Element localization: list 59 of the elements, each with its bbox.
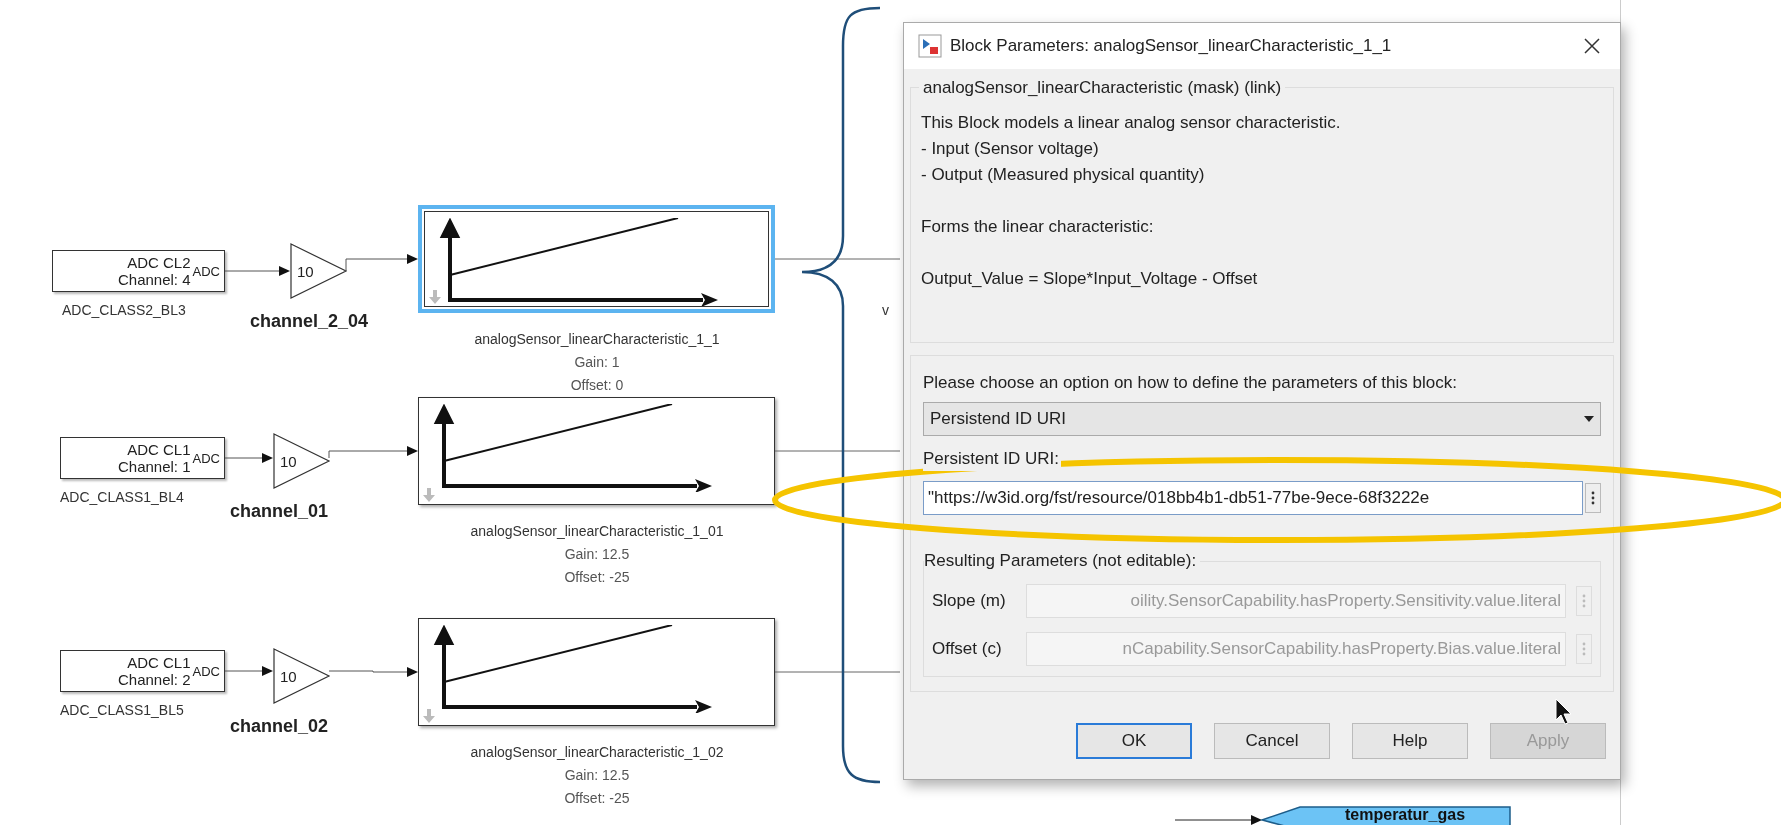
param-label: Offset (c) <box>932 638 1003 661</box>
goto-tag-label: temperatur_gas <box>1345 806 1466 824</box>
gain-text: Gain: 12.5 <box>564 766 630 785</box>
signal-label: channel_02 <box>230 715 329 738</box>
gain-value: 10 <box>280 667 297 687</box>
port-label: v <box>882 301 889 320</box>
description-text: This Block models a linear analog sensor characteristic. - Input (Sensor voltage) - Output (Measured physical quantity) <box>921 112 1342 186</box>
gain-block <box>290 243 348 299</box>
offset-text: Offset: -25 <box>564 789 630 808</box>
more-icon <box>1582 642 1586 656</box>
option-dropdown[interactable]: Persistend ID URI <box>923 401 1601 436</box>
port-label: ADC <box>192 449 220 467</box>
more-icon <box>1591 491 1595 505</box>
gain-block <box>273 433 331 489</box>
block-text: ADC CL1 <box>127 441 191 458</box>
param-field: oility.SensorCapability.hasProperty.Sensitivity.value.literal <box>1026 584 1566 618</box>
block-text: Channel: 1 <box>118 458 191 475</box>
block-name: analogSensor_linearCharacteristic_1_01 <box>470 522 724 541</box>
block-text: ADC CL1 <box>127 654 191 671</box>
offset-text: Offset: -25 <box>564 568 630 587</box>
block-name: analogSensor_linearCharacteristic_1_02 <box>470 743 724 762</box>
block-name: analogSensor_linearCharacteristic_1_1 <box>474 330 720 349</box>
description-text: Forms the linear characteristic: <box>921 216 1155 238</box>
prompt-text: Please choose an option on how to define the parameters of this block: <box>923 372 1458 394</box>
description-text: Output_Value = Slope*Input_Voltage - Offset <box>921 268 1259 290</box>
gain-text: Gain: 12.5 <box>564 545 630 564</box>
close-icon <box>1584 38 1600 54</box>
window-title: Block Parameters: analogSensor_linearCharacteristic_1_1 <box>950 35 1393 58</box>
uri-field[interactable]: "https://w3id.org/fst/resource/018bb4b1-db51-77be-9ece-68f3222e <box>923 481 1583 515</box>
signal-label: channel_01 <box>230 500 329 523</box>
block-label: ADC_CLASS1_BL5 <box>60 701 184 720</box>
param-field: nCapability.SensorCapability.hasProperty.Bias.value.literal <box>1026 632 1566 666</box>
gain-value: 10 <box>297 262 314 282</box>
block-text: Channel: 4 <box>118 271 191 288</box>
caret-icon <box>1584 415 1594 422</box>
offset-text: Offset: 0 <box>570 376 624 395</box>
param-label: Slope (m) <box>932 590 1007 613</box>
signal-line <box>224 266 290 276</box>
gain-text: Gain: 1 <box>574 353 620 372</box>
port-label: ADC <box>192 262 220 280</box>
gain-value: 10 <box>280 452 297 472</box>
block-text: Channel: 2 <box>118 671 191 688</box>
down-arrow-icon <box>423 709 435 723</box>
signal-line <box>224 666 273 676</box>
block-label: ADC_CLASS2_BL3 <box>62 301 186 320</box>
dialog-button[interactable]: Cancel <box>1214 723 1330 759</box>
dialog-button[interactable]: OK <box>1076 723 1192 759</box>
down-arrow-icon <box>429 290 441 304</box>
more-icon <box>1582 594 1586 608</box>
more-button[interactable] <box>1585 483 1601 513</box>
block-label: ADC_CLASS1_BL4 <box>60 488 184 507</box>
signal-label: channel_2_04 <box>250 310 369 333</box>
port-label: ADC <box>192 662 220 680</box>
gain-block <box>273 648 331 704</box>
block-text: ADC CL2 <box>127 254 191 271</box>
dialog-button[interactable]: Help <box>1352 723 1468 759</box>
app-icon <box>918 34 942 58</box>
signal-line <box>224 453 273 463</box>
down-arrow-icon <box>423 488 435 502</box>
